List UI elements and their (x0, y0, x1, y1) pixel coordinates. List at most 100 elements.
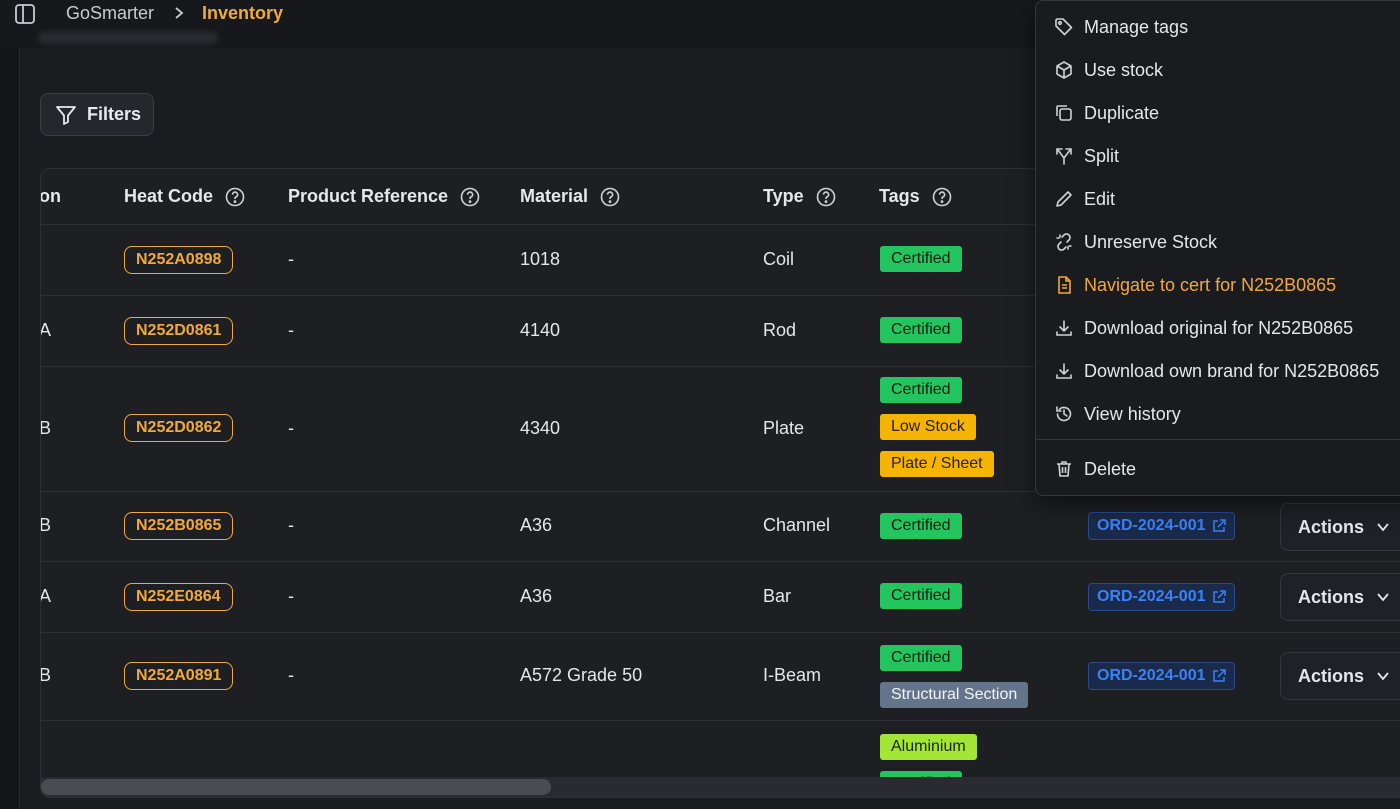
menu-item-download-original[interactable]: Download original for N252B0865 (1054, 313, 1353, 343)
location-cell: B (40, 665, 52, 685)
menu-item-delete-label: Delete (1084, 458, 1137, 479)
unlink-icon (1054, 232, 1074, 252)
menu-item-label: Download original for N252B0865 (1084, 317, 1354, 338)
menu-item-label: View history (1084, 403, 1181, 424)
order-link[interactable]: ORD-2024-001 (1088, 583, 1235, 611)
type-cell: Bar (763, 586, 792, 606)
help-icon[interactable] (460, 187, 480, 207)
column-material-label: Material (520, 186, 589, 206)
order-link-label: ORD-2024-001 (1097, 517, 1206, 534)
location-cell: B (40, 515, 52, 535)
column-product-reference-label: Product Reference (288, 186, 449, 206)
type-cell: I-Beam (763, 665, 822, 685)
product-reference-cell: - (288, 586, 294, 606)
box-icon (1054, 60, 1074, 80)
table-row[interactable]: B N252A0891 - A572 Grade 50 I-Beam Certi… (41, 633, 1400, 721)
scrollbar-thumb[interactable] (41, 779, 551, 795)
column-location-label: on (40, 186, 61, 206)
external-link-icon (1212, 669, 1226, 683)
actions-button[interactable]: Actions (1280, 503, 1400, 551)
menu-item-delete[interactable]: Delete (1054, 454, 1136, 484)
column-type-label: Type (763, 186, 804, 206)
product-reference-cell: - (288, 249, 294, 269)
type-cell: Coil (763, 249, 795, 269)
product-reference-cell: - (288, 515, 294, 535)
blurred-text (38, 32, 218, 44)
breadcrumb-current: Inventory (202, 3, 284, 23)
heat-code-badge[interactable]: N252B0865 (124, 512, 234, 540)
menu-item-label: Download own brand for N252B0865 (1084, 360, 1380, 381)
tag-certified: Certified (880, 583, 962, 609)
download-icon (1054, 318, 1074, 338)
product-reference-cell: - (288, 418, 294, 438)
menu-item-label: Use stock (1084, 59, 1164, 80)
location-cell: A (40, 320, 52, 340)
column-type[interactable]: Type (763, 186, 836, 207)
external-link-icon (1212, 519, 1226, 533)
material-cell: A36 (520, 515, 553, 535)
help-icon[interactable] (816, 187, 836, 207)
left-rail (0, 48, 20, 809)
menu-item-manage-tags[interactable]: Manage tags (1054, 12, 1188, 42)
horizontal-scrollbar[interactable] (41, 777, 1400, 797)
column-location[interactable]: on (40, 186, 61, 207)
menu-item-use-stock[interactable]: Use stock (1054, 55, 1163, 85)
menu-item-unreserve-stock[interactable]: Unreserve Stock (1054, 227, 1217, 257)
menu-item-edit[interactable]: Edit (1054, 184, 1115, 214)
help-icon[interactable] (225, 187, 245, 207)
column-tags-label: Tags (879, 186, 920, 206)
order-link[interactable]: ORD-2024-001 (1088, 512, 1235, 540)
type-cell: Channel (763, 515, 831, 535)
column-heat-code[interactable]: Heat Code (124, 186, 245, 207)
sidebar-toggle-icon[interactable] (14, 4, 38, 24)
help-icon[interactable] (932, 187, 952, 207)
history-icon (1054, 404, 1074, 424)
actions-button[interactable]: Actions (1280, 652, 1400, 700)
location-cell: A (40, 586, 52, 606)
menu-item-download-own-brand[interactable]: Download own brand for N252B0865 (1054, 356, 1379, 386)
menu-item-label: Split (1084, 145, 1120, 166)
heat-code-badge[interactable]: N252A0898 (124, 246, 234, 274)
trash-icon (1054, 459, 1074, 479)
menu-item-label: Manage tags (1084, 16, 1189, 37)
material-cell: 4140 (520, 320, 561, 340)
pencil-icon (1054, 189, 1074, 209)
actions-label: Actions (1298, 586, 1365, 607)
menu-item-duplicate[interactable]: Duplicate (1054, 98, 1159, 128)
chevron-down-icon (1376, 520, 1390, 534)
menu-item-view-history[interactable]: View history (1054, 399, 1181, 429)
material-cell: A572 Grade 50 (520, 665, 643, 685)
tag-plate-sheet: Plate / Sheet (880, 451, 994, 477)
menu-item-label: Navigate to cert for N252B0865 (1084, 274, 1337, 295)
help-icon[interactable] (600, 187, 620, 207)
type-cell: Rod (763, 320, 797, 340)
menu-item-label: Edit (1084, 188, 1116, 209)
menu-item-split[interactable]: Split (1054, 141, 1119, 171)
heat-code-badge[interactable]: N252D0862 (124, 414, 234, 442)
location-cell: B (40, 418, 52, 438)
column-product-reference[interactable]: Product Reference (288, 186, 480, 207)
column-material[interactable]: Material (520, 186, 620, 207)
filters-button[interactable]: Filters (40, 93, 154, 136)
split-icon (1054, 146, 1074, 166)
product-reference-cell: - (288, 320, 294, 340)
heat-code-badge[interactable]: N252A0891 (124, 662, 234, 690)
column-tags[interactable]: Tags (879, 186, 952, 207)
breadcrumb-root[interactable]: GoSmarter (66, 3, 154, 24)
actions-button[interactable]: Actions (1280, 573, 1400, 621)
menu-item-label: Unreserve Stock (1084, 231, 1218, 252)
material-cell: 1018 (520, 249, 561, 269)
table-row[interactable]: A N252E0864 - A36 Bar Certified ORD-2024… (41, 562, 1400, 633)
tag-structural-section: Structural Section (880, 682, 1029, 708)
tag-certified: Certified (880, 246, 962, 272)
tag-aluminium: Aluminium (880, 734, 977, 760)
external-link-icon (1212, 590, 1226, 604)
menu-item-navigate-to-cert[interactable]: Navigate to cert for N252B0865 (1054, 270, 1336, 300)
heat-code-badge[interactable]: N252D0861 (124, 317, 234, 345)
document-icon (1054, 275, 1074, 295)
table-row[interactable]: B N252B0865 - A36 Channel Certified ORD-… (41, 492, 1400, 562)
order-link[interactable]: ORD-2024-001 (1088, 662, 1235, 690)
heat-code-badge[interactable]: N252E0864 (124, 583, 233, 611)
tag-certified: Certified (880, 317, 962, 343)
material-cell: A36 (520, 586, 553, 606)
